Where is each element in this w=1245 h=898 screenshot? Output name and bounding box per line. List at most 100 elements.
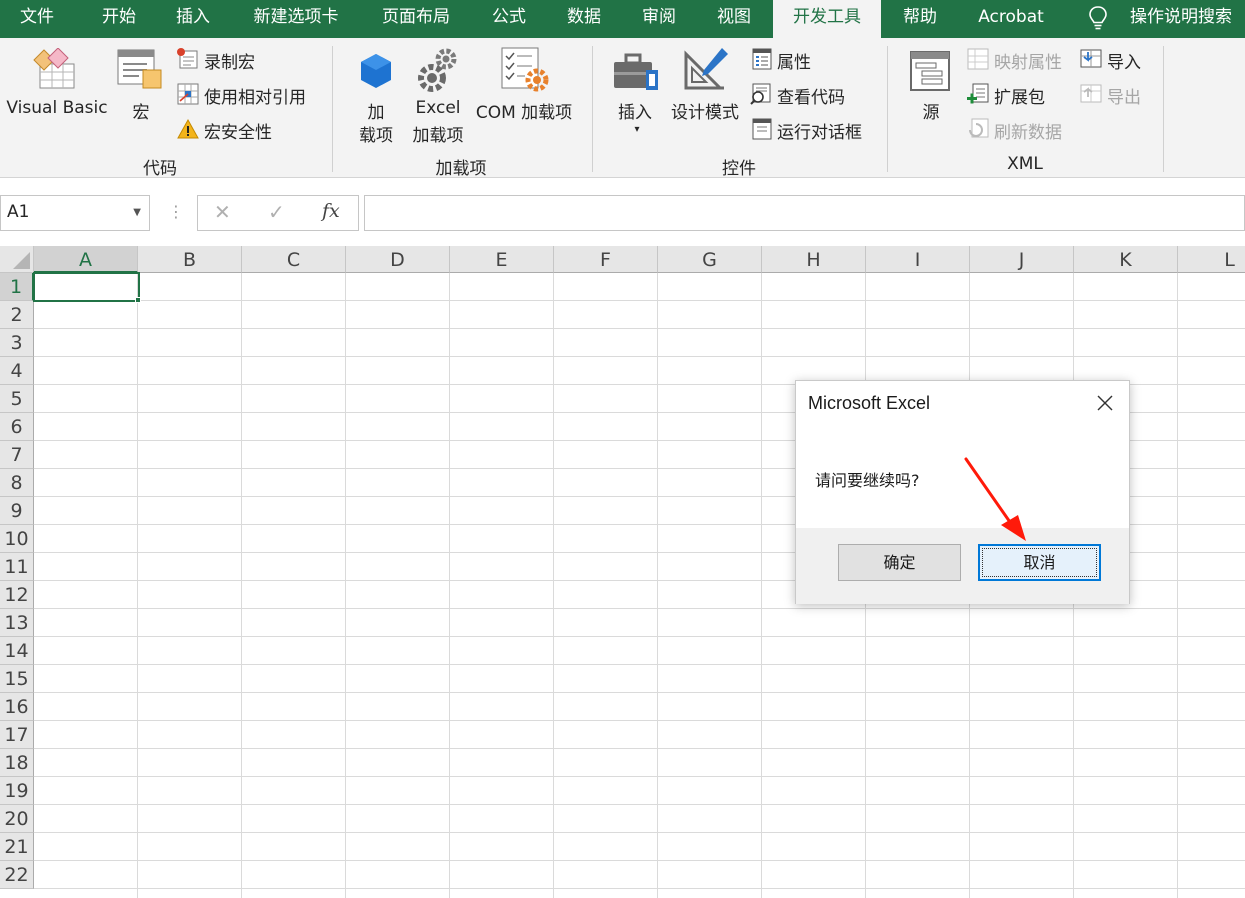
tab-insert[interactable]: 插入 bbox=[176, 0, 210, 38]
formula-buttons: ✕ ✓ fx bbox=[197, 195, 359, 231]
row-header-6[interactable]: 6 bbox=[0, 413, 34, 441]
insert-function-icon[interactable]: fx bbox=[322, 200, 340, 222]
tab-formulas[interactable]: 公式 bbox=[492, 0, 526, 38]
com-addins-button[interactable]: COM 加载项 bbox=[476, 98, 572, 123]
row-header-20[interactable]: 20 bbox=[0, 805, 34, 833]
visual-basic-icon bbox=[33, 48, 75, 89]
close-icon[interactable] bbox=[1095, 393, 1115, 413]
expansion-packs-button[interactable]: 扩展包 bbox=[994, 83, 1045, 108]
tab-new-tab[interactable]: 新建选项卡 bbox=[254, 0, 339, 38]
map-properties-button[interactable]: 映射属性 bbox=[994, 48, 1062, 73]
use-relative-references-button[interactable]: 使用相对引用 bbox=[204, 83, 306, 108]
fill-handle[interactable] bbox=[135, 297, 141, 303]
row-header-8[interactable]: 8 bbox=[0, 469, 34, 497]
ribbon-tab-bar: 文件 开始 插入 新建选项卡 页面布局 公式 数据 审阅 视图 开发工具 帮助 … bbox=[0, 0, 1245, 39]
tell-me-search[interactable]: 操作说明搜索 bbox=[1130, 0, 1232, 38]
toolbox-icon bbox=[614, 53, 658, 90]
group-separator bbox=[1163, 46, 1164, 172]
column-header-d[interactable]: D bbox=[346, 246, 450, 273]
tab-view[interactable]: 视图 bbox=[717, 0, 751, 38]
tab-review[interactable]: 审阅 bbox=[642, 0, 676, 38]
row-header-22[interactable]: 22 bbox=[0, 861, 34, 889]
ribbon-developer: Visual Basic 宏 录制宏 使用相对引用 宏安全性 代码 加 载项 E… bbox=[0, 38, 1245, 179]
column-header-e[interactable]: E bbox=[450, 246, 554, 273]
row-header-19[interactable]: 19 bbox=[0, 777, 34, 805]
column-header-l[interactable]: L bbox=[1178, 246, 1245, 273]
tab-page-layout[interactable]: 页面布局 bbox=[382, 0, 450, 38]
design-mode-button[interactable]: 设计模式 bbox=[671, 98, 739, 123]
column-header-b[interactable]: B bbox=[138, 246, 242, 273]
column-header-h[interactable]: H bbox=[762, 246, 866, 273]
row-header-3[interactable]: 3 bbox=[0, 329, 34, 357]
row-header-2[interactable]: 2 bbox=[0, 301, 34, 329]
record-macro-button[interactable]: 录制宏 bbox=[204, 48, 255, 73]
row-gridline bbox=[34, 832, 1245, 833]
tab-acrobat[interactable]: Acrobat bbox=[978, 0, 1044, 38]
addins-button-line2[interactable]: 载项 bbox=[359, 121, 393, 146]
row-gridline bbox=[34, 328, 1245, 329]
row-header-4[interactable]: 4 bbox=[0, 357, 34, 385]
cancel-entry-icon[interactable]: ✕ bbox=[214, 200, 231, 224]
tab-data[interactable]: 数据 bbox=[567, 0, 601, 38]
active-cell-a1[interactable] bbox=[33, 272, 140, 302]
row-header-13[interactable]: 13 bbox=[0, 609, 34, 637]
name-box[interactable]: A1 ▼ bbox=[0, 195, 150, 231]
row-header-21[interactable]: 21 bbox=[0, 833, 34, 861]
formula-input[interactable] bbox=[364, 195, 1245, 231]
ok-button[interactable]: 确定 bbox=[838, 544, 961, 581]
run-dialog-button[interactable]: 运行对话框 bbox=[777, 118, 862, 143]
column-header-k[interactable]: K bbox=[1074, 246, 1178, 273]
column-header-i[interactable]: I bbox=[866, 246, 970, 273]
row-gridline bbox=[34, 692, 1245, 693]
row-header-18[interactable]: 18 bbox=[0, 749, 34, 777]
addins-hexagon-icon bbox=[361, 54, 391, 88]
macros-button[interactable]: 宏 bbox=[133, 98, 150, 123]
row-header-7[interactable]: 7 bbox=[0, 441, 34, 469]
column-header-g[interactable]: G bbox=[658, 246, 762, 273]
row-header-12[interactable]: 12 bbox=[0, 581, 34, 609]
excel-addins-button-line1[interactable]: Excel bbox=[415, 98, 460, 118]
addins-button-line1[interactable]: 加 bbox=[368, 98, 385, 123]
visual-basic-button[interactable]: Visual Basic bbox=[6, 98, 107, 118]
excel-addins-button-line2[interactable]: 加载项 bbox=[413, 121, 464, 146]
refresh-data-icon bbox=[969, 118, 989, 138]
column-header-a[interactable]: A bbox=[34, 246, 138, 273]
row-header-11[interactable]: 11 bbox=[0, 553, 34, 581]
row-header-5[interactable]: 5 bbox=[0, 385, 34, 413]
column-header-c[interactable]: C bbox=[242, 246, 346, 273]
insert-control-button[interactable]: 插入 bbox=[618, 98, 652, 123]
export-button[interactable]: 导出 bbox=[1107, 83, 1141, 108]
row-header-16[interactable]: 16 bbox=[0, 693, 34, 721]
confirm-entry-icon[interactable]: ✓ bbox=[268, 200, 285, 224]
tab-file[interactable]: 文件 bbox=[20, 0, 54, 38]
row-header-1[interactable]: 1 bbox=[0, 273, 34, 301]
row-header-17[interactable]: 17 bbox=[0, 721, 34, 749]
macro-security-button[interactable]: 宏安全性 bbox=[204, 118, 272, 143]
group-controls-label: 控件 bbox=[722, 159, 756, 179]
select-all-button[interactable] bbox=[0, 246, 34, 273]
column-header-f[interactable]: F bbox=[554, 246, 658, 273]
name-box-dropdown-icon[interactable]: ▼ bbox=[133, 207, 141, 218]
tab-home[interactable]: 开始 bbox=[102, 0, 136, 38]
refresh-data-button[interactable]: 刷新数据 bbox=[994, 118, 1062, 143]
column-header-j[interactable]: J bbox=[970, 246, 1074, 273]
formula-bar-splitter-icon[interactable]: ⋮ bbox=[168, 202, 184, 221]
row-header-9[interactable]: 9 bbox=[0, 497, 34, 525]
row-gridline bbox=[34, 888, 1245, 889]
import-button[interactable]: 导入 bbox=[1107, 48, 1141, 73]
macros-icon bbox=[117, 49, 162, 89]
row-header-15[interactable]: 15 bbox=[0, 665, 34, 693]
xml-source-button[interactable]: 源 bbox=[923, 98, 940, 123]
row-header-10[interactable]: 10 bbox=[0, 525, 34, 553]
tab-developer[interactable]: 开发工具 bbox=[793, 0, 861, 38]
properties-button[interactable]: 属性 bbox=[777, 48, 811, 73]
select-all-triangle-icon bbox=[13, 252, 30, 269]
view-code-button[interactable]: 查看代码 bbox=[777, 83, 845, 108]
tab-help[interactable]: 帮助 bbox=[903, 0, 937, 38]
group-addins-label: 加载项 bbox=[435, 159, 487, 179]
row-gridline bbox=[34, 720, 1245, 721]
row-header-14[interactable]: 14 bbox=[0, 637, 34, 665]
insert-dropdown-caret-icon[interactable]: ▾ bbox=[634, 124, 639, 135]
row-gridline bbox=[34, 804, 1245, 805]
run-dialog-icon bbox=[752, 118, 772, 140]
